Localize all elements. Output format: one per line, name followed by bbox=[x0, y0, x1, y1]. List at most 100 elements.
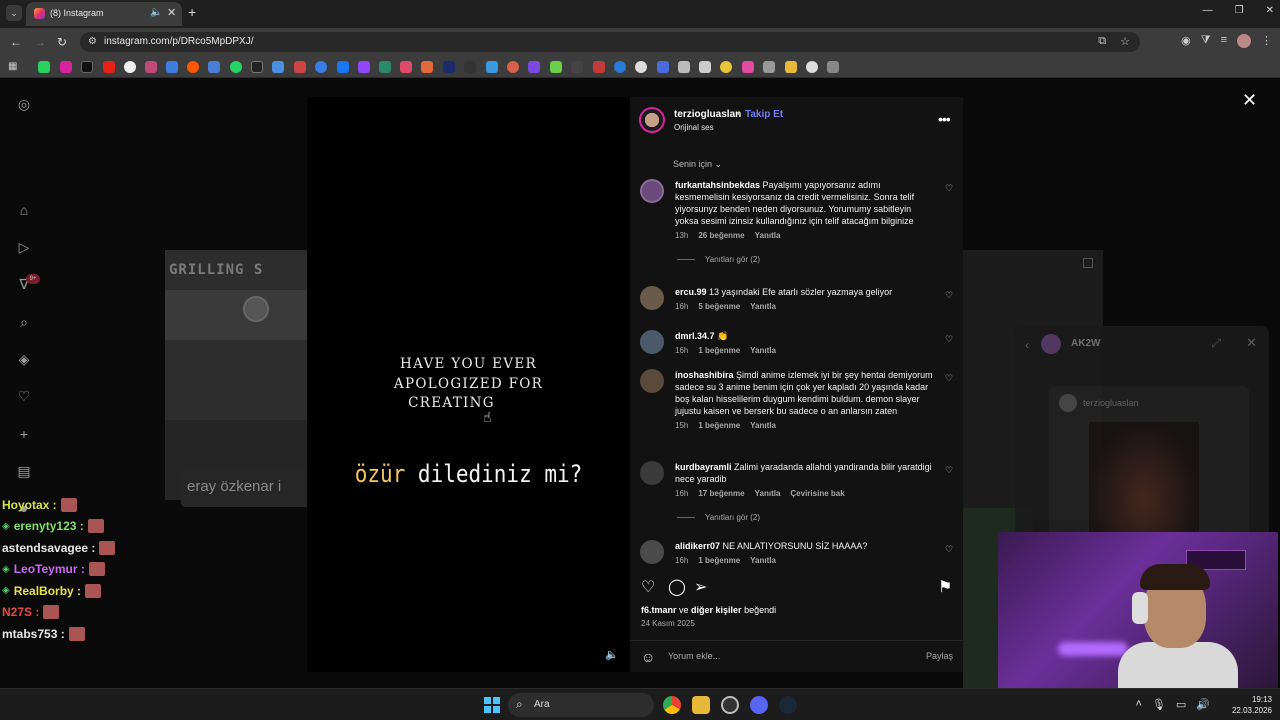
comment-like-heart-icon[interactable]: ♡ bbox=[945, 183, 953, 194]
minimize-button[interactable]: — bbox=[1203, 5, 1213, 16]
forward-button[interactable]: → bbox=[34, 35, 46, 49]
new-tab-button[interactable]: + bbox=[188, 4, 196, 20]
comment-likes[interactable]: 1 beğenme bbox=[698, 346, 740, 355]
bookmark-instagram-icon[interactable] bbox=[60, 61, 72, 73]
taskbar-search[interactable]: ⌕ Ara bbox=[508, 693, 654, 717]
omnibox[interactable]: ⚙ instagram.com/p/DRco5MpDPXJ/ ⧉ ☆ bbox=[80, 32, 1140, 52]
comment-likes[interactable]: 26 beğenme bbox=[698, 231, 744, 240]
comment-avatar[interactable] bbox=[640, 461, 664, 485]
bookmark-icon[interactable] bbox=[421, 61, 433, 73]
discord-icon[interactable] bbox=[750, 696, 768, 714]
steam-icon[interactable] bbox=[779, 696, 797, 714]
comment-sort-dropdown[interactable]: Senin için ⌄ bbox=[673, 159, 722, 170]
bookmark-twitch-icon[interactable] bbox=[358, 61, 370, 73]
audio-label[interactable]: Orijinal ses bbox=[674, 123, 714, 132]
dm-close-icon[interactable]: ✕ bbox=[1246, 335, 1257, 351]
comment-username[interactable]: kurdbayramli bbox=[675, 462, 732, 472]
comment-like-heart-icon[interactable]: ♡ bbox=[945, 290, 953, 301]
install-app-icon[interactable]: ⧉ bbox=[1098, 35, 1106, 48]
clock[interactable]: 19:13 22.03.2026 bbox=[1232, 694, 1272, 716]
url-text[interactable]: instagram.com/p/DRco5MpDPXJ/ bbox=[104, 36, 254, 47]
site-info-icon[interactable]: ⚙ bbox=[88, 36, 97, 47]
comment-avatar[interactable] bbox=[640, 369, 664, 393]
create-plus-icon[interactable]: + bbox=[16, 426, 32, 442]
share-send-icon[interactable]: ➢ bbox=[694, 577, 707, 597]
audio-playing-icon[interactable]: 🔈 bbox=[150, 7, 162, 18]
reply-button[interactable]: Yanıtla bbox=[750, 421, 776, 430]
bookmark-whatsapp-icon[interactable] bbox=[230, 61, 242, 73]
comment-like-heart-icon[interactable]: ♡ bbox=[945, 373, 953, 384]
comment-bubble-icon[interactable]: ◯ bbox=[668, 577, 686, 597]
chrome-icon[interactable] bbox=[663, 696, 681, 714]
view-replies-button[interactable]: Yanıtları gör (2) bbox=[677, 255, 760, 264]
reply-button[interactable]: Yanıtla bbox=[755, 489, 781, 498]
comment-like-heart-icon[interactable]: ♡ bbox=[945, 334, 953, 345]
bookmark-icon[interactable] bbox=[827, 61, 839, 73]
file-explorer-icon[interactable] bbox=[692, 696, 710, 714]
bookmark-icon[interactable] bbox=[657, 61, 669, 73]
comment-like-heart-icon[interactable]: ♡ bbox=[945, 544, 953, 555]
bookmark-icon[interactable] bbox=[720, 61, 732, 73]
close-window-button[interactable]: ✕ bbox=[1266, 5, 1274, 16]
start-button[interactable] bbox=[484, 697, 500, 713]
reading-list-icon[interactable]: ≡ bbox=[1221, 34, 1227, 48]
post-comment-button[interactable]: Paylaş bbox=[926, 651, 953, 661]
bookmark-youtube-icon[interactable] bbox=[103, 61, 115, 73]
bookmark-icon[interactable] bbox=[550, 61, 562, 73]
comment-input[interactable] bbox=[668, 651, 888, 661]
bookmark-icon[interactable] bbox=[763, 61, 775, 73]
comment-username[interactable]: alidikerr07 bbox=[675, 541, 720, 551]
bookmark-x-icon[interactable] bbox=[81, 61, 93, 73]
modal-close-icon[interactable]: ✕ bbox=[1242, 90, 1257, 111]
reels-icon[interactable]: ▷ bbox=[16, 239, 32, 255]
bookmark-icon[interactable] bbox=[379, 61, 391, 73]
bookmark-gmail-icon[interactable] bbox=[294, 61, 306, 73]
extension-icon[interactable]: ◉ bbox=[1181, 34, 1191, 48]
bookmark-facebook-icon[interactable] bbox=[337, 61, 349, 73]
reel-video[interactable]: HAVE YOU EVER APOLOGIZED FOR CREATING öz… bbox=[307, 97, 630, 672]
bookmark-icon[interactable] bbox=[635, 61, 647, 73]
save-bookmark-icon[interactable]: ⚑ bbox=[938, 577, 952, 597]
bookmark-icon[interactable] bbox=[785, 61, 797, 73]
extensions-puzzle-icon[interactable]: ⧩ bbox=[1201, 34, 1211, 48]
bookmark-icon[interactable] bbox=[614, 61, 626, 73]
dm-name[interactable]: AK2W bbox=[1071, 338, 1100, 349]
explore-icon[interactable]: ◈ bbox=[16, 351, 32, 367]
comment-username[interactable]: furkantahsinbekdas bbox=[675, 180, 760, 190]
app-icon[interactable] bbox=[721, 696, 739, 714]
speaker-icon[interactable]: 🔊 bbox=[1196, 698, 1210, 711]
back-chevron-icon[interactable]: ‹ bbox=[1025, 338, 1029, 352]
comment-username[interactable]: inoshashibira bbox=[675, 370, 734, 380]
comment-likes[interactable]: 5 beğenme bbox=[698, 302, 740, 311]
monitor-icon[interactable]: ▭ bbox=[1176, 698, 1186, 711]
bookmark-icon[interactable] bbox=[145, 61, 157, 73]
translate-button[interactable]: Çevirisine bak bbox=[790, 489, 844, 498]
bookmark-icon[interactable] bbox=[699, 61, 711, 73]
bookmark-icon[interactable] bbox=[400, 61, 412, 73]
bookmark-kick-icon[interactable] bbox=[38, 61, 50, 73]
bookmark-icon[interactable] bbox=[272, 61, 284, 73]
bookmark-reddit-icon[interactable] bbox=[187, 61, 199, 73]
back-button[interactable]: ← bbox=[10, 35, 22, 49]
reply-button[interactable]: Yanıtla bbox=[755, 231, 781, 240]
reply-button[interactable]: Yanıtla bbox=[750, 346, 776, 355]
browser-menu-icon[interactable]: ⋮ bbox=[1261, 34, 1272, 48]
bookmark-icon[interactable] bbox=[742, 61, 754, 73]
microphone-icon[interactable]: 🎙 bbox=[1152, 698, 1166, 711]
maximize-button[interactable]: ❐ bbox=[1235, 5, 1244, 16]
notifications-heart-icon[interactable]: ♡ bbox=[16, 388, 32, 404]
bookmark-star-icon[interactable]: ☆ bbox=[1120, 35, 1130, 48]
reload-button[interactable]: ↻ bbox=[57, 35, 67, 49]
tab-search-icon[interactable]: ⌄ bbox=[6, 5, 22, 21]
comment-likes[interactable]: 17 beğenme bbox=[698, 489, 744, 498]
tray-chevron-icon[interactable]: ˄ bbox=[1135, 698, 1141, 711]
more-options-icon[interactable]: ••• bbox=[938, 111, 951, 127]
tab-instagram[interactable]: (8) Instagram 🔈 ✕ bbox=[26, 2, 182, 26]
view-replies-button[interactable]: Yanıtları gör (2) bbox=[677, 513, 760, 522]
comment-avatar[interactable] bbox=[640, 540, 664, 564]
home-icon[interactable]: ⌂ bbox=[16, 202, 32, 218]
comment-username[interactable]: ercu.99 bbox=[675, 287, 707, 297]
bookmark-icon[interactable] bbox=[507, 61, 519, 73]
reply-button[interactable]: Yanıtla bbox=[750, 556, 776, 565]
bookmark-translate-icon[interactable] bbox=[208, 61, 220, 73]
